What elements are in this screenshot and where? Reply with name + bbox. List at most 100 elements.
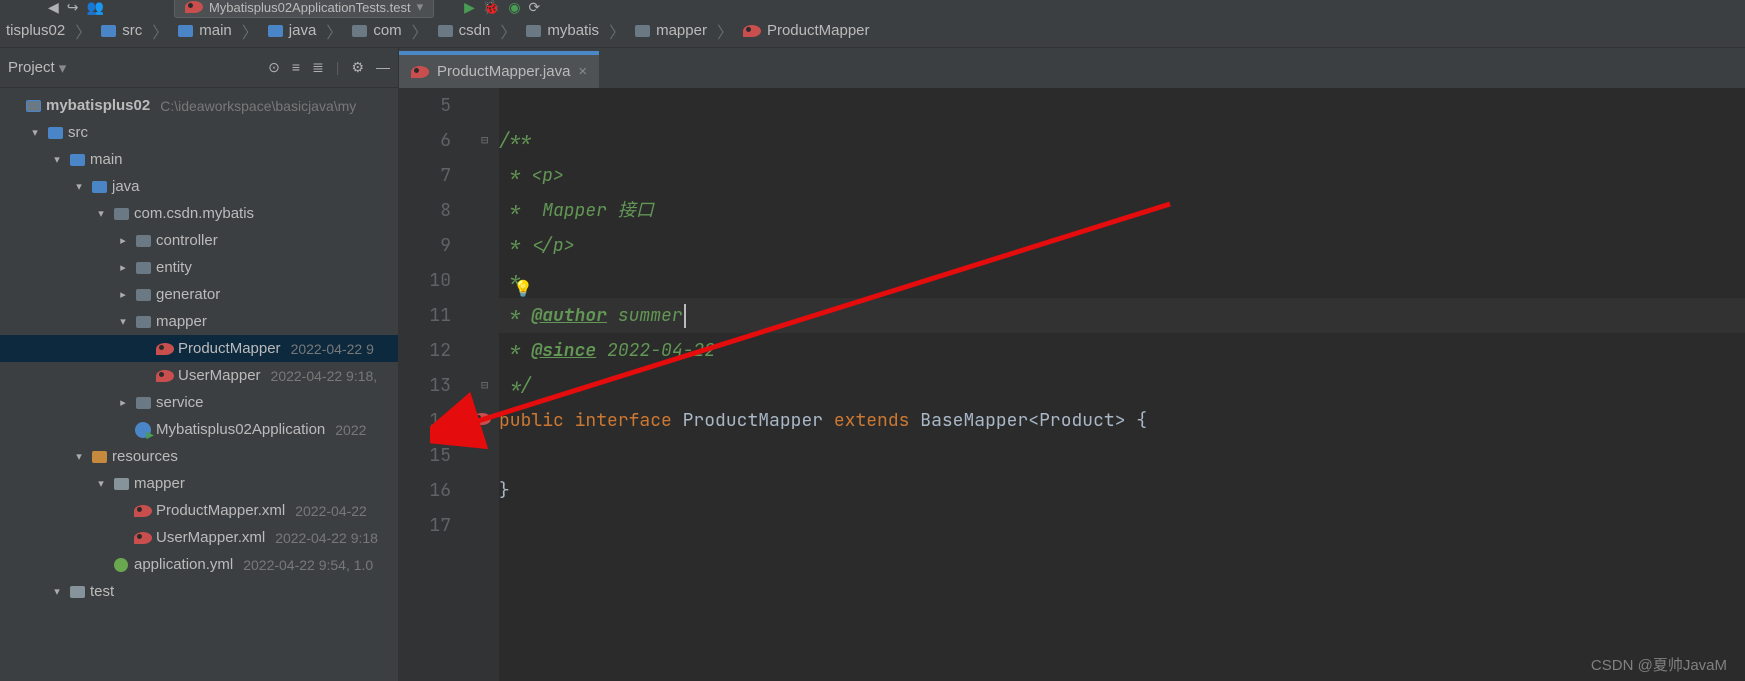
tree-label: mybatisplus02 [46,97,150,114]
project-tree[interactable]: mybatisplus02C:\ideaworkspace\basicjava\… [0,88,398,681]
yml-icon [112,558,130,572]
code-line[interactable] [499,438,1745,473]
line-number: 11 [399,298,469,333]
breadcrumb-item[interactable]: csdn [432,22,497,39]
profile-icon[interactable]: ⟳ [529,0,541,16]
tree-row-controller[interactable]: ▸controller [0,227,398,254]
tree-row-java[interactable]: ▾java [0,173,398,200]
code-line[interactable] [499,508,1745,543]
breadcrumb-item[interactable]: src [95,22,148,39]
back-icon[interactable]: ◀ [48,0,59,16]
tree-label: Mybatisplus02Application [156,421,325,438]
breadcrumb-item[interactable]: java [262,22,323,39]
tree-row-application-yml[interactable]: application.yml 2022-04-22 9:54, 1.0 [0,551,398,578]
chevron-down-icon[interactable]: ▾ [59,59,67,77]
tree-label: mapper [134,475,185,492]
package-icon [635,25,650,37]
code-line[interactable]: public interface ProductMapper extends B… [499,403,1745,438]
package-icon [134,262,152,274]
breadcrumb-item[interactable]: main [172,22,238,39]
editor-body[interactable]: 567891011121314151617 ⊟/** * <p> * Mappe… [399,88,1745,681]
line-number: 5 [399,88,469,123]
tree-expand-icon[interactable]: ▾ [72,450,86,463]
tree-row-main[interactable]: ▾main [0,146,398,173]
tree-row-test[interactable]: ▾test [0,578,398,605]
code-line[interactable]: ⊟/** [499,123,1745,158]
tree-row-productmapper[interactable]: ProductMapper2022-04-22 9 [0,335,398,362]
breadcrumb-item[interactable]: tisplus02 [0,22,71,39]
locate-icon[interactable]: ⊙ [268,59,280,76]
project-tool-window: Project ▾ ⊙ ≡ ≣ | ⚙ — mybatisplus02C:\id… [0,48,399,681]
code-line[interactable]: * <p> [499,158,1745,193]
run-config-label: Mybatisplus02ApplicationTests.test [209,0,411,15]
tree-row-usermapper[interactable]: UserMapper2022-04-22 9:18, [0,362,398,389]
tree-meta: 2022-04-22 9:54, 1.0 [243,557,373,573]
tree-expand-icon[interactable]: ▾ [94,477,108,490]
users-icon[interactable]: 👥 [87,0,104,16]
tree-expand-icon[interactable]: ▾ [116,315,130,328]
code-line[interactable]: } [499,473,1745,508]
tree-row-usermapper-xml[interactable]: UserMapper.xml2022-04-22 9:18 [0,524,398,551]
package-icon [134,289,152,301]
debug-icon[interactable]: 🐞 [483,0,500,16]
tree-expand-icon[interactable]: ▾ [72,180,86,193]
main-toolbar: ◀ ↪ 👥 Mybatisplus02ApplicationTests.test… [0,0,1745,14]
tree-expand-icon[interactable]: ▾ [94,207,108,220]
tree-expand-icon[interactable]: ▸ [116,396,130,409]
tree-expand-icon[interactable]: ▸ [116,288,130,301]
package-icon [352,25,367,37]
tab-filename: ProductMapper.java [437,63,570,80]
tree-row-mapper[interactable]: ▾mapper [0,308,398,335]
tree-row-productmapper-xml[interactable]: ProductMapper.xml2022-04-22 [0,497,398,524]
tree-meta: 2022-04-22 9:18 [275,530,378,546]
collapse-all-icon[interactable]: ≣ [312,59,324,76]
line-number: 6 [399,123,469,158]
tree-expand-icon[interactable]: ▾ [50,585,64,598]
tree-row-src[interactable]: ▾src [0,119,398,146]
fold-icon[interactable]: ⊟ [481,123,488,158]
tree-row-service[interactable]: ▸service [0,389,398,416]
tree-row-mybatisplus02application[interactable]: ▶Mybatisplus02Application2022 [0,416,398,443]
breadcrumb-item[interactable]: mapper [629,22,713,39]
code-line[interactable]: ⊟ */ [499,368,1745,403]
tree-expand-icon[interactable]: ▸ [116,234,130,247]
tree-expand-icon[interactable]: ▾ [28,126,42,139]
tree-row-generator[interactable]: ▸generator [0,281,398,308]
code-line[interactable] [499,88,1745,123]
code-line[interactable]: * @since 2022-04-22 [499,333,1745,368]
tree-meta: 2022-04-22 [295,503,367,519]
tree-row-com-csdn-mybatis[interactable]: ▾com.csdn.mybatis [0,200,398,227]
chevron-down-icon: ▾ [417,0,424,15]
hide-icon[interactable]: — [376,59,390,76]
mybatis-gutter-icon[interactable] [473,413,491,425]
run-configuration-selector[interactable]: Mybatisplus02ApplicationTests.test ▾ [174,0,434,18]
package-icon [134,235,152,247]
editor-tab[interactable]: ProductMapper.java × [399,51,599,88]
breadcrumb-item[interactable]: com [346,22,407,39]
close-icon[interactable]: × [578,63,587,80]
tree-row-resources[interactable]: ▾ resources [0,443,398,470]
tree-expand-icon[interactable]: ▾ [50,153,64,166]
expand-all-icon[interactable]: ≡ [292,59,300,76]
tree-row-mapper[interactable]: ▾ mapper [0,470,398,497]
code-line[interactable]: * </p> [499,228,1745,263]
folder-icon [101,25,116,37]
module-icon [24,100,42,112]
coverage-icon[interactable]: ◉ [508,0,520,16]
gear-icon[interactable]: ⚙ [351,59,364,76]
breadcrumb-item[interactable]: mybatis [520,22,605,39]
tree-label: application.yml [134,556,233,573]
tree-row-entity[interactable]: ▸entity [0,254,398,281]
forward-icon[interactable]: ↪ [67,0,79,16]
code-line[interactable]: * Mapper 接口 [499,193,1745,228]
tree-expand-icon[interactable]: ▸ [116,261,130,274]
breadcrumb-item[interactable]: ProductMapper [737,22,876,39]
code-line[interactable]: * @author summer [499,298,1745,333]
code-content[interactable]: ⊟/** * <p> * Mapper 接口 * </p>💡 * * @auth… [499,88,1745,681]
fold-icon[interactable]: ⊟ [481,368,488,403]
project-title-label: Project [8,59,55,76]
tree-row-mybatisplus02[interactable]: mybatisplus02C:\ideaworkspace\basicjava\… [0,92,398,119]
tree-label: resources [112,448,178,465]
run-icon[interactable]: ▶ [464,0,475,16]
code-line[interactable]: 💡 * [499,263,1745,298]
